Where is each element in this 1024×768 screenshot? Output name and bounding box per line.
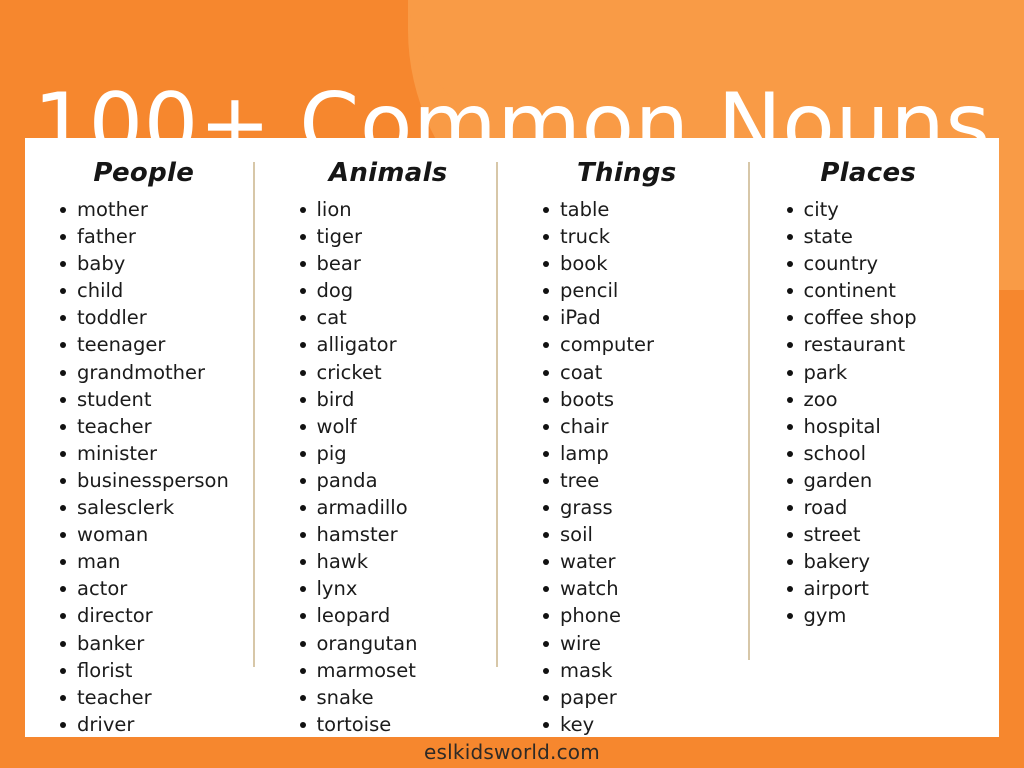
list-item: salesclerk xyxy=(25,494,269,521)
list-item: country xyxy=(756,250,1000,277)
list-item: wire xyxy=(512,630,756,657)
list-item: wolf xyxy=(269,413,513,440)
list-item: road xyxy=(756,494,1000,521)
list-item: continent xyxy=(756,277,1000,304)
column-divider xyxy=(496,162,498,667)
list-item: state xyxy=(756,223,1000,250)
footer: eslkidsworld.com xyxy=(0,737,1024,768)
footer-website-text: eslkidsworld.com xyxy=(424,740,600,764)
list-item: airport xyxy=(756,575,1000,602)
poster-root: 100+ Common Nouns People mother father b… xyxy=(0,0,1024,768)
list-item: student xyxy=(25,386,269,413)
list-item: grandmother xyxy=(25,359,269,386)
word-list-things: table truck book pencil iPad computer co… xyxy=(512,196,756,737)
list-item: iPad xyxy=(512,304,756,331)
list-item: teenager xyxy=(25,331,269,358)
list-item: teacher xyxy=(25,684,269,711)
list-item: garden xyxy=(756,467,1000,494)
list-item: table xyxy=(512,196,756,223)
list-item: tree xyxy=(512,467,756,494)
list-item: bakery xyxy=(756,548,1000,575)
noun-columns: People mother father baby child toddler … xyxy=(25,138,999,737)
list-item: toddler xyxy=(25,304,269,331)
list-item: tiger xyxy=(269,223,513,250)
list-item: lamp xyxy=(512,440,756,467)
list-item: bear xyxy=(269,250,513,277)
list-item: chair xyxy=(512,413,756,440)
column-heading-places: Places xyxy=(820,158,917,188)
noun-column-places: Places city state country continent coff… xyxy=(756,138,1000,737)
list-item: mask xyxy=(512,657,756,684)
list-item: lynx xyxy=(269,575,513,602)
list-item: grass xyxy=(512,494,756,521)
list-item: phone xyxy=(512,602,756,629)
list-item: hospital xyxy=(756,413,1000,440)
list-item: hamster xyxy=(269,521,513,548)
word-list-animals: lion tiger bear dog cat alligator cricke… xyxy=(269,196,513,737)
list-item: gym xyxy=(756,602,1000,629)
list-item: tortoise xyxy=(269,711,513,737)
list-item: cricket xyxy=(269,359,513,386)
list-item: teacher xyxy=(25,413,269,440)
list-item: zoo xyxy=(756,386,1000,413)
list-item: businessperson xyxy=(25,467,269,494)
list-item: school xyxy=(756,440,1000,467)
list-item: pig xyxy=(269,440,513,467)
list-item: paper xyxy=(512,684,756,711)
list-item: park xyxy=(756,359,1000,386)
noun-column-things: Things table truck book pencil iPad comp… xyxy=(512,138,756,737)
word-list-places: city state country continent coffee shop… xyxy=(756,196,1000,630)
list-item: orangutan xyxy=(269,630,513,657)
list-item: man xyxy=(25,548,269,575)
list-item: minister xyxy=(25,440,269,467)
list-item: driver xyxy=(25,711,269,737)
noun-column-animals: Animals lion tiger bear dog cat alligato… xyxy=(269,138,513,737)
list-item: cat xyxy=(269,304,513,331)
column-divider xyxy=(253,162,255,667)
noun-column-people: People mother father baby child toddler … xyxy=(25,138,269,737)
list-item: lion xyxy=(269,196,513,223)
list-item: florist xyxy=(25,657,269,684)
noun-lists-card: People mother father baby child toddler … xyxy=(25,138,999,737)
list-item: boots xyxy=(512,386,756,413)
list-item: panda xyxy=(269,467,513,494)
list-item: street xyxy=(756,521,1000,548)
list-item: hawk xyxy=(269,548,513,575)
list-item: actor xyxy=(25,575,269,602)
list-item: dog xyxy=(269,277,513,304)
list-item: woman xyxy=(25,521,269,548)
list-item: armadillo xyxy=(269,494,513,521)
list-item: water xyxy=(512,548,756,575)
list-item: director xyxy=(25,602,269,629)
column-heading-animals: Animals xyxy=(328,158,448,188)
list-item: snake xyxy=(269,684,513,711)
word-list-people: mother father baby child toddler teenage… xyxy=(25,196,269,737)
list-item: father xyxy=(25,223,269,250)
list-item: bird xyxy=(269,386,513,413)
list-item: key xyxy=(512,711,756,737)
list-item: book xyxy=(512,250,756,277)
list-item: truck xyxy=(512,223,756,250)
list-item: mother xyxy=(25,196,269,223)
list-item: pencil xyxy=(512,277,756,304)
column-heading-people: People xyxy=(93,158,195,188)
list-item: coffee shop xyxy=(756,304,1000,331)
list-item: restaurant xyxy=(756,331,1000,358)
list-item: soil xyxy=(512,521,756,548)
list-item: child xyxy=(25,277,269,304)
list-item: computer xyxy=(512,331,756,358)
list-item: watch xyxy=(512,575,756,602)
column-heading-things: Things xyxy=(576,158,677,188)
list-item: coat xyxy=(512,359,756,386)
list-item: marmoset xyxy=(269,657,513,684)
column-divider xyxy=(748,162,750,660)
list-item: leopard xyxy=(269,602,513,629)
list-item: alligator xyxy=(269,331,513,358)
list-item: city xyxy=(756,196,1000,223)
list-item: baby xyxy=(25,250,269,277)
list-item: banker xyxy=(25,630,269,657)
